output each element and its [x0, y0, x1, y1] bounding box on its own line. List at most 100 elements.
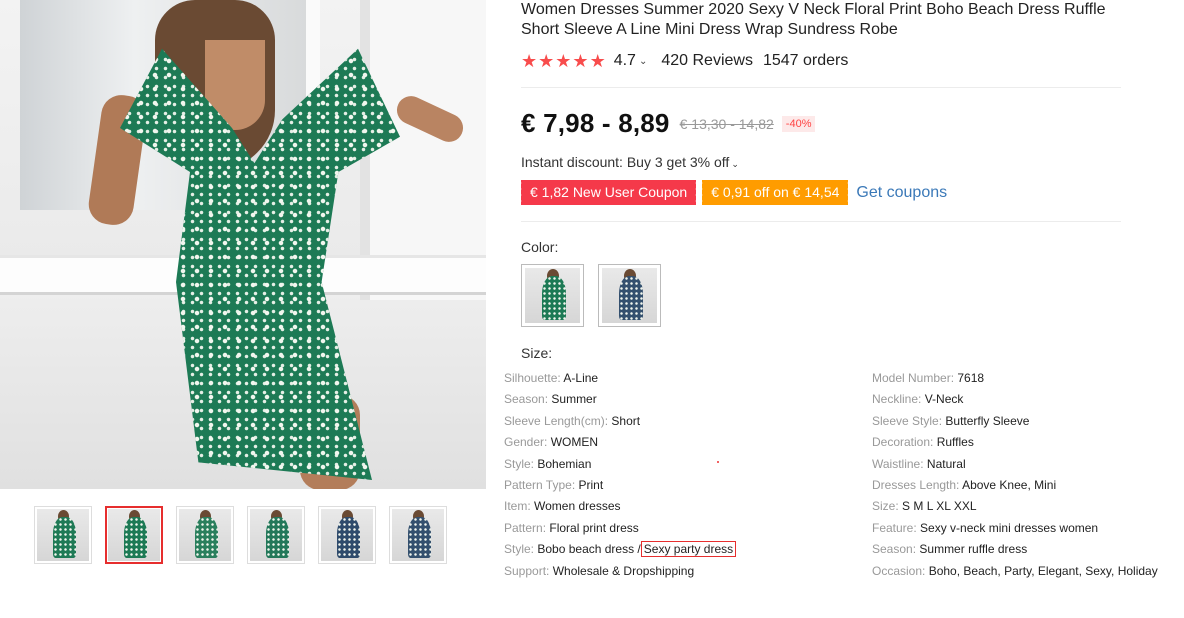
spec-key: Model Number:	[872, 371, 955, 385]
spec-row: Neckline: V-Neck	[872, 389, 1172, 410]
thumbnail-image	[108, 509, 160, 561]
spec-value: Bobo beach dress /	[537, 542, 641, 557]
spec-value: Bohemian	[537, 456, 592, 471]
spec-key: Style:	[504, 456, 535, 471]
star-icon: ★	[589, 51, 606, 71]
spec-key: Gender:	[504, 435, 548, 450]
spec-value: WOMEN	[550, 435, 599, 450]
chevron-down-icon[interactable]: ⌄	[639, 56, 647, 67]
spec-value: Summer	[551, 392, 597, 407]
spec-row: Sleeve Style: Butterfly Sleeve	[872, 411, 1172, 432]
thumbnail-strip	[34, 506, 447, 564]
spec-key: Sleeve Style:	[872, 413, 943, 428]
thumbnail-image	[392, 509, 444, 561]
thumbnail-3[interactable]	[176, 506, 234, 564]
specs-left: Silhouette: A-Line Season: Summer Sleeve…	[504, 368, 864, 582]
spec-row: Decoration: Ruffles	[872, 432, 1172, 453]
spec-row: Item: Women dresses	[504, 496, 864, 517]
star-rating: ★ ★ ★ ★ ★	[521, 51, 606, 71]
spec-key: Decoration:	[872, 435, 934, 450]
spec-row: Pattern Type: Print	[504, 475, 864, 496]
spec-value: Wholesale & Dropshipping	[552, 563, 695, 578]
stray-dot	[717, 461, 719, 463]
spec-row: Waistline: Natural	[872, 454, 1172, 475]
spec-key: Season:	[872, 542, 917, 557]
discount-badge: -40%	[781, 115, 816, 132]
spec-key: Season:	[504, 392, 549, 407]
spec-key: Pattern:	[504, 520, 547, 535]
spec-row: Dresses Length: Above Knee, Mini	[872, 475, 1172, 496]
thumbnail-2[interactable]	[105, 506, 163, 564]
spec-row: Occasion: Boho, Beach, Party, Elegant, S…	[872, 561, 1172, 582]
star-icon: ★	[538, 51, 555, 71]
spec-row: Style: Bohemian	[504, 454, 864, 475]
store-coupon[interactable]: € 0,91 off on € 14,54	[700, 180, 849, 205]
thumbnail-image	[321, 509, 373, 561]
specs-right: Model Number: 7618 Neckline: V-Neck Slee…	[872, 368, 1172, 582]
reviews-link[interactable]: 420 Reviews	[661, 52, 753, 70]
spec-row: Support: Wholesale & Dropshipping	[504, 561, 864, 582]
spec-key: Size:	[872, 499, 899, 514]
coupons-row: € 1,82 New User Coupon € 0,91 off on € 1…	[518, 180, 947, 205]
rating-row: ★ ★ ★ ★ ★ 4.7 ⌄ 420 Reviews 1547 orders	[521, 50, 848, 72]
spec-row: Silhouette: A-Line	[504, 368, 864, 389]
spec-value: Natural	[926, 456, 966, 471]
main-product-image[interactable]	[0, 0, 486, 489]
star-icon: ★	[521, 51, 538, 71]
spec-key: Neckline:	[872, 392, 922, 407]
spec-row: Season: Summer	[504, 389, 864, 410]
spec-value: Sexy v-neck mini dresses women	[920, 520, 1099, 535]
spec-row: Model Number: 7618	[872, 368, 1172, 389]
spec-row: Pattern: Floral print dress	[504, 518, 864, 539]
spec-key: Style:	[504, 542, 535, 557]
spec-value: Butterfly Sleeve	[945, 413, 1030, 428]
rating-value[interactable]: 4.7	[614, 52, 636, 70]
spec-value: S M L XL XXL	[902, 499, 977, 514]
spec-key: Occasion:	[872, 563, 926, 578]
spec-key: Feature:	[872, 520, 917, 535]
color-swatches	[521, 264, 661, 327]
spec-value: Print	[578, 478, 604, 493]
spec-value: Ruffles	[936, 435, 974, 450]
orders-count: 1547 orders	[762, 52, 849, 69]
thumbnail-6[interactable]	[389, 506, 447, 564]
size-label: Size:	[521, 345, 553, 361]
divider	[521, 221, 1121, 222]
current-price: € 7,98 - 8,89	[521, 108, 670, 138]
divider	[521, 87, 1121, 88]
thumbnail-4[interactable]	[247, 506, 305, 564]
spec-row: Gender: WOMEN	[504, 432, 864, 453]
spec-value: Women dresses	[534, 499, 621, 514]
thumbnail-image	[179, 509, 231, 561]
color-swatch-navy[interactable]	[598, 264, 661, 327]
spec-value: Floral print dress	[549, 520, 639, 535]
spec-key: Dresses Length:	[872, 478, 960, 493]
color-label: Color:	[521, 239, 559, 255]
swatch-image	[525, 268, 580, 323]
star-icon: ★	[555, 51, 572, 71]
spec-row: Style: Bobo beach dress / Sexy party dres…	[504, 539, 864, 560]
thumbnail-image	[250, 509, 302, 561]
spec-value: 7618	[957, 371, 985, 385]
instant-discount-text: Instant discount: Buy 3 get 3% off	[521, 154, 730, 170]
price-row: € 7,98 - 8,89 € 13,30 - 14,82 -40%	[521, 108, 816, 139]
spec-key: Silhouette:	[504, 371, 561, 385]
spec-row: Season: Summer ruffle dress	[872, 539, 1172, 560]
color-swatch-green[interactable]	[521, 264, 584, 327]
thumbnail-1[interactable]	[34, 506, 92, 564]
spec-value: Boho, Beach, Party, Elegant, Sexy, Holid…	[928, 563, 1158, 578]
new-user-coupon[interactable]: € 1,82 New User Coupon	[518, 180, 697, 205]
original-price: € 13,30 - 14,82	[679, 115, 774, 132]
spec-key: Pattern Type:	[504, 478, 576, 493]
spec-value: A-Line	[563, 371, 599, 385]
instant-discount[interactable]: Instant discount: Buy 3 get 3% off ⌄	[521, 154, 739, 170]
star-icon: ★	[572, 51, 589, 71]
swatch-image	[602, 268, 657, 323]
product-title: Women Dresses Summer 2020 Sexy V Neck Fl…	[521, 1, 1106, 38]
spec-value: Short	[611, 413, 641, 428]
get-coupons-link[interactable]: Get coupons	[856, 184, 947, 202]
highlighted-spec-value: Sexy party dress	[640, 541, 737, 558]
spec-value: V-Neck	[924, 392, 964, 407]
spec-key: Waistline:	[872, 456, 924, 471]
thumbnail-5[interactable]	[318, 506, 376, 564]
